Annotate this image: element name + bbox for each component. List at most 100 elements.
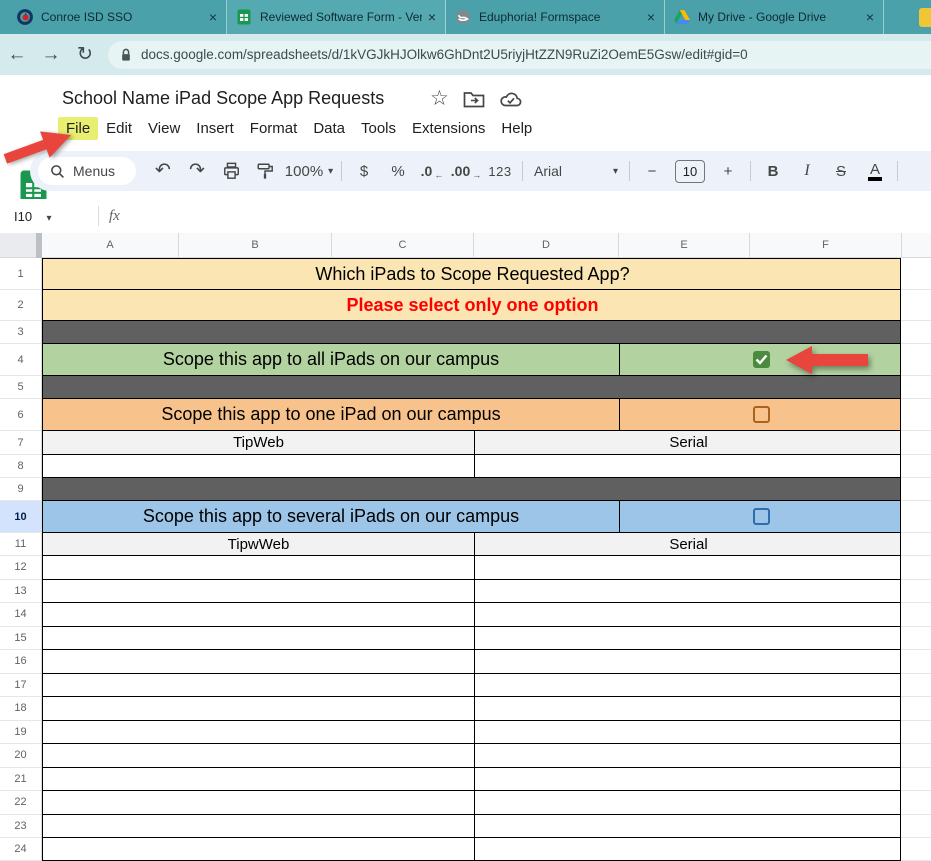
empty-cell-left-row-20[interactable]	[43, 744, 474, 767]
empty-cell-left-row-12[interactable]	[43, 556, 474, 579]
text-color-button[interactable]: A	[858, 162, 892, 181]
row-header-12[interactable]: 12	[0, 556, 42, 580]
row-header-15[interactable]: 15	[0, 627, 42, 651]
close-icon[interactable]: ×	[209, 9, 217, 25]
grid-overflow-sliver[interactable]	[901, 431, 931, 455]
grid-overflow-sliver[interactable]	[901, 603, 931, 627]
row-header-3[interactable]: 3	[0, 321, 42, 344]
move-folder-icon[interactable]	[463, 90, 485, 108]
banner-cell-row-1[interactable]: Which iPads to Scope Requested App?	[43, 259, 902, 289]
empty-cell-right-row-8[interactable]	[474, 455, 902, 477]
checkbox-unchecked[interactable]	[753, 406, 770, 423]
grid-overflow-sliver[interactable]	[901, 501, 931, 533]
back-icon[interactable]: ←	[0, 38, 34, 72]
row-header-24[interactable]: 24	[0, 838, 42, 861]
row-header-7[interactable]: 7	[0, 431, 42, 455]
star-icon[interactable]: ☆	[430, 89, 449, 109]
menu-insert[interactable]: Insert	[188, 117, 242, 140]
tab-reviewed-software-form[interactable]: Reviewed Software Form - Ver. ×	[227, 0, 446, 34]
empty-cell-left-row-22[interactable]	[43, 791, 474, 814]
option-checkbox-cell-row-10[interactable]	[619, 501, 902, 532]
checkbox-checked[interactable]	[753, 351, 770, 368]
row-header-20[interactable]: 20	[0, 744, 42, 768]
decrease-font-size-button[interactable]: −	[635, 163, 669, 180]
strikethrough-button[interactable]: S	[824, 163, 858, 180]
format-percent-button[interactable]: %	[381, 163, 415, 180]
grid-overflow-sliver[interactable]	[901, 556, 931, 580]
menus-search-button[interactable]: Menus	[38, 157, 136, 185]
empty-cell-left-row-16[interactable]	[43, 650, 474, 673]
reload-icon[interactable]: ↻	[68, 38, 102, 72]
option-label-cell-row-6[interactable]: Scope this app to one iPad on our campus	[43, 399, 619, 430]
grid-overflow-sliver[interactable]	[901, 791, 931, 815]
column-header-C[interactable]: C	[331, 233, 473, 258]
empty-cell-left-row-18[interactable]	[43, 697, 474, 720]
row-header-4[interactable]: 4	[0, 344, 42, 376]
row-header-18[interactable]: 18	[0, 697, 42, 721]
grid-overflow-sliver[interactable]	[901, 376, 931, 399]
row-header-8[interactable]: 8	[0, 455, 42, 478]
row-header-5[interactable]: 5	[0, 376, 42, 399]
more-formats-button[interactable]: 123	[483, 164, 517, 179]
empty-cell-right-row-18[interactable]	[474, 697, 902, 720]
empty-cell-left-row-15[interactable]	[43, 627, 474, 650]
grid-overflow-sliver[interactable]	[901, 478, 931, 501]
increase-font-size-button[interactable]: +	[711, 163, 745, 180]
grid-overflow-sliver[interactable]	[901, 627, 931, 651]
tab-conroe-isd-sso[interactable]: Conroe ISD SSO ×	[8, 0, 227, 34]
format-currency-button[interactable]: $	[347, 163, 381, 180]
decrease-decimal-button[interactable]: .0←	[415, 163, 449, 180]
grid-overflow-sliver[interactable]	[901, 815, 931, 839]
row-header-23[interactable]: 23	[0, 815, 42, 839]
print-icon[interactable]	[214, 162, 248, 180]
menu-tools[interactable]: Tools	[353, 117, 404, 140]
tab-eduphoria-formspace[interactable]: Eduphoria! Formspace ×	[446, 0, 665, 34]
grid-overflow-sliver[interactable]	[901, 399, 931, 431]
row-header-21[interactable]: 21	[0, 768, 42, 792]
spacer-cell-row-9[interactable]	[43, 478, 902, 500]
close-icon[interactable]: ×	[428, 9, 436, 25]
row-header-14[interactable]: 14	[0, 603, 42, 627]
table-header-left-row-11[interactable]: TipwWeb	[43, 533, 474, 555]
forward-icon[interactable]: →	[34, 38, 68, 72]
row-header-6[interactable]: 6	[0, 399, 42, 431]
grid-overflow-sliver[interactable]	[901, 533, 931, 556]
select-all-corner[interactable]	[0, 233, 36, 258]
instruction-cell-row-2[interactable]: Please select only one option	[43, 290, 902, 320]
empty-cell-right-row-15[interactable]	[474, 627, 902, 650]
grid-overflow-sliver[interactable]	[901, 674, 931, 698]
row-header-2[interactable]: 2	[0, 290, 42, 321]
option-checkbox-cell-row-6[interactable]	[619, 399, 902, 430]
row-header-11[interactable]: 11	[0, 533, 42, 556]
column-header-F[interactable]: F	[749, 233, 901, 258]
column-header-E[interactable]: E	[618, 233, 749, 258]
table-header-left-row-7[interactable]: TipWeb	[43, 431, 474, 454]
row-header-16[interactable]: 16	[0, 650, 42, 674]
grid-overflow-sliver[interactable]	[901, 697, 931, 721]
row-header-1[interactable]: 1	[0, 258, 42, 290]
empty-cell-right-row-16[interactable]	[474, 650, 902, 673]
spacer-cell-row-3[interactable]	[43, 321, 902, 343]
empty-cell-left-row-14[interactable]	[43, 603, 474, 626]
menu-edit[interactable]: Edit	[98, 117, 140, 140]
redo-icon[interactable]: ↷	[180, 161, 214, 181]
bold-button[interactable]: B	[756, 163, 790, 180]
empty-cell-left-row-23[interactable]	[43, 815, 474, 838]
row-header-19[interactable]: 19	[0, 721, 42, 745]
grid-overflow-sliver[interactable]	[901, 744, 931, 768]
empty-cell-right-row-17[interactable]	[474, 674, 902, 697]
grid-overflow-sliver[interactable]	[901, 768, 931, 792]
font-size-input[interactable]: 10	[675, 160, 705, 183]
column-header-partial[interactable]	[901, 233, 931, 258]
increase-decimal-button[interactable]: .00→	[449, 163, 483, 180]
empty-cell-right-row-19[interactable]	[474, 721, 902, 744]
empty-cell-left-row-24[interactable]	[43, 838, 474, 860]
menu-data[interactable]: Data	[305, 117, 353, 140]
column-header-B[interactable]: B	[178, 233, 331, 258]
grid-overflow-sliver[interactable]	[901, 290, 931, 321]
name-box[interactable]: I10 ▾	[14, 209, 88, 224]
row-header-13[interactable]: 13	[0, 580, 42, 604]
option-label-cell-row-4[interactable]: Scope this app to all iPads on our campu…	[43, 344, 619, 375]
option-label-cell-row-10[interactable]: Scope this app to several iPads on our c…	[43, 501, 619, 532]
column-header-D[interactable]: D	[473, 233, 618, 258]
